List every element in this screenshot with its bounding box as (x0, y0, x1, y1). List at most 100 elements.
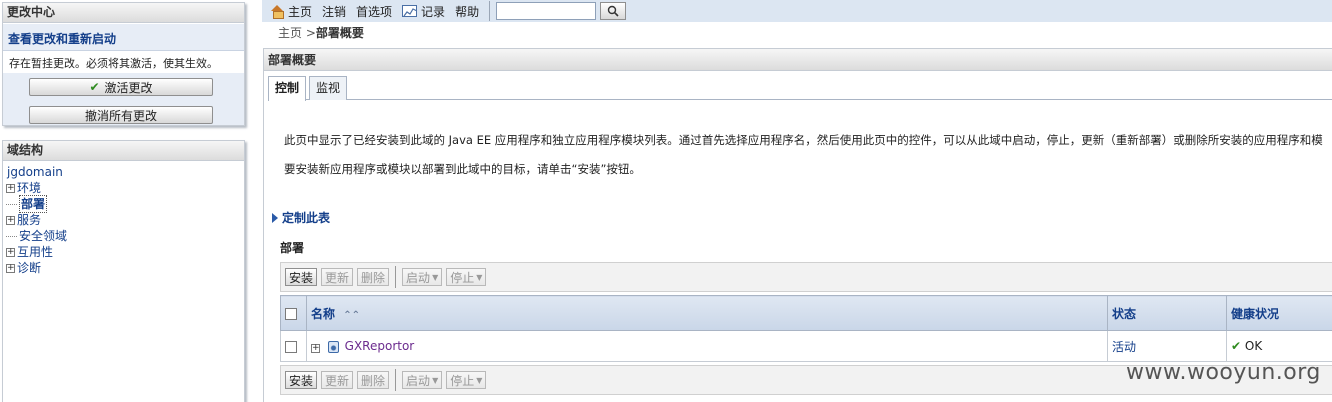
tree-item-diagnostics[interactable]: + 诊断 (6, 260, 244, 276)
expand-icon[interactable]: + (6, 215, 15, 225)
update-button[interactable]: 更新 (321, 268, 354, 286)
expand-icon[interactable]: + (6, 263, 15, 273)
nav-record[interactable]: 记录 (402, 3, 445, 20)
search-button[interactable] (600, 2, 627, 20)
tree-item-label[interactable]: 诊断 (17, 260, 41, 276)
chevron-down-icon: ▼ (432, 375, 439, 385)
breadcrumb-home[interactable]: 主页 (278, 26, 302, 40)
application-icon (327, 340, 339, 353)
stop-label: 停止 (450, 373, 475, 388)
deployments-toolbar-top: 安装 更新 删除 启动 ▼ 停止 ▼ (280, 262, 1332, 292)
column-status[interactable]: 状态 (1107, 295, 1227, 331)
tree-item-services[interactable]: + 服务 (6, 212, 244, 228)
column-name-label: 名称 (311, 306, 336, 321)
row-select-cell (280, 330, 307, 362)
table-row[interactable]: + GXReportor 活动 ✔ OK (280, 330, 1332, 362)
column-health[interactable]: 健康状况 (1226, 295, 1332, 331)
delete-button[interactable]: 删除 (357, 268, 390, 286)
row-status-cell: 活动 (1107, 330, 1227, 362)
health-value: OK (1244, 339, 1263, 353)
search-input[interactable] (496, 2, 597, 20)
chevron-down-icon: ▼ (476, 375, 483, 385)
customize-table-label: 定制此表 (282, 211, 331, 225)
top-navigation-bar: 主页 注销 首选项 记录 帮助 (262, 0, 1332, 22)
tab-control[interactable]: 控制 (268, 76, 307, 101)
tree-item-label[interactable]: 安全领域 (19, 228, 67, 244)
tree-item-label[interactable]: 服务 (17, 212, 41, 228)
toolbar-divider (395, 266, 397, 288)
stop-dropdown-button[interactable]: 停止 ▼ (446, 371, 487, 389)
check-icon: ✔ (89, 80, 100, 94)
expand-icon[interactable]: + (6, 183, 15, 193)
expand-icon[interactable]: + (311, 344, 320, 353)
record-chart-icon (402, 5, 418, 17)
customize-table-link[interactable]: 定制此表 (272, 209, 330, 226)
nav-divider (489, 1, 491, 21)
toolbar-divider (395, 369, 397, 391)
domain-structure-title: 域结构 (3, 141, 244, 161)
expand-triangle-icon (272, 212, 278, 223)
breadcrumb-current: 部署概要 (315, 26, 364, 40)
row-health-cell: ✔ OK (1226, 330, 1332, 362)
watermark: www.wooyun.org (1126, 360, 1321, 385)
nav-home[interactable]: 主页 (271, 3, 312, 20)
table-header-row: 名称 ⌃⌃ 状态 健康状况 (280, 295, 1332, 331)
search-icon (607, 5, 619, 17)
ok-check-icon: ✔ (1231, 339, 1242, 353)
undo-all-changes-label: 撤消所有更改 (84, 108, 157, 123)
row-name-cell: + GXReportor (306, 330, 1108, 362)
tree-item-environment[interactable]: + 环境 (6, 180, 244, 196)
change-center-body: 查看更改和重新启动 存在暂挂更改。必须将其激活，使其生效。 ✔ 激活更改 撤消所… (3, 24, 244, 125)
domain-structure-panel: 域结构 jgdomain + 环境 部署 + 服务 安全领域 + 互用性 + 诊… (2, 140, 245, 402)
sort-ascending-icon[interactable]: ⌃⌃ (343, 310, 360, 321)
deployments-summary-panel: 部署概要 控制 监视 此页中显示了已经安装到此域的 Java EE 应用程序和独… (263, 48, 1332, 402)
deployments-section-title: 部署 (280, 241, 305, 255)
tab-bar: 控制 监视 (268, 76, 1332, 101)
start-label: 启动 (406, 373, 431, 388)
tree-item-label[interactable]: 环境 (17, 180, 41, 196)
start-dropdown-button[interactable]: 启动 ▼ (402, 268, 443, 286)
description-text: 此页中显示了已经安装到此域的 Java EE 应用程序和独立应用程序模块列表。通… (284, 133, 1323, 147)
delete-button[interactable]: 删除 (357, 371, 390, 389)
install-instruction-text: 要安装新应用程序或模块以部署到此域中的目标，请单击“安装”按钮。 (284, 162, 641, 176)
status-value: 活动 (1112, 339, 1137, 354)
install-button[interactable]: 安装 (285, 268, 318, 286)
tree-item-interoperability[interactable]: + 互用性 (6, 244, 244, 260)
undo-all-changes-button[interactable]: 撤消所有更改 (29, 106, 213, 124)
view-changes-link[interactable]: 查看更改和重新启动 (3, 24, 244, 51)
tree-connector (6, 235, 17, 237)
nav-preferences[interactable]: 首选项 (356, 3, 392, 20)
chevron-down-icon: ▼ (432, 272, 439, 282)
select-all-checkbox[interactable] (285, 307, 297, 320)
domain-tree: jgdomain + 环境 部署 + 服务 安全领域 + 互用性 + 诊断 (3, 161, 244, 276)
select-all-header (280, 295, 307, 331)
stop-label: 停止 (450, 270, 475, 285)
tree-connector (6, 203, 17, 205)
nav-help[interactable]: 帮助 (455, 3, 479, 20)
tab-monitoring[interactable]: 监视 (309, 76, 348, 100)
breadcrumb: 主页 >部署概要 (278, 24, 364, 41)
start-label: 启动 (406, 270, 431, 285)
update-button[interactable]: 更新 (321, 371, 354, 389)
pending-changes-message: 存在暂挂更改。必须将其激活，使其生效。 (3, 51, 244, 73)
row-checkbox[interactable] (285, 340, 297, 353)
nav-logout[interactable]: 注销 (322, 3, 346, 20)
tree-item-label[interactable]: 部署 (19, 195, 48, 213)
deployments-table: 名称 ⌃⌃ 状态 健康状况 + GXReportor 活动 ✔ OK (280, 295, 1332, 362)
tree-item-deployments[interactable]: 部署 (6, 195, 244, 213)
start-dropdown-button[interactable]: 启动 ▼ (402, 371, 443, 389)
chevron-down-icon: ▼ (476, 272, 483, 282)
breadcrumb-separator: > (302, 26, 316, 40)
install-button[interactable]: 安装 (285, 371, 318, 389)
column-name[interactable]: 名称 ⌃⌃ (306, 295, 1108, 331)
home-icon (271, 4, 284, 19)
activate-changes-button[interactable]: ✔ 激活更改 (29, 78, 213, 96)
tree-item-security-realms[interactable]: 安全领域 (6, 228, 244, 244)
tree-item-label[interactable]: 互用性 (17, 244, 53, 260)
application-name-link[interactable]: GXReportor (345, 339, 415, 353)
expand-icon[interactable]: + (6, 247, 15, 257)
stop-dropdown-button[interactable]: 停止 ▼ (446, 268, 487, 286)
nav-record-label: 记录 (421, 4, 446, 19)
change-center-title: 更改中心 (3, 3, 244, 23)
tree-root-domain[interactable]: jgdomain (6, 164, 244, 180)
